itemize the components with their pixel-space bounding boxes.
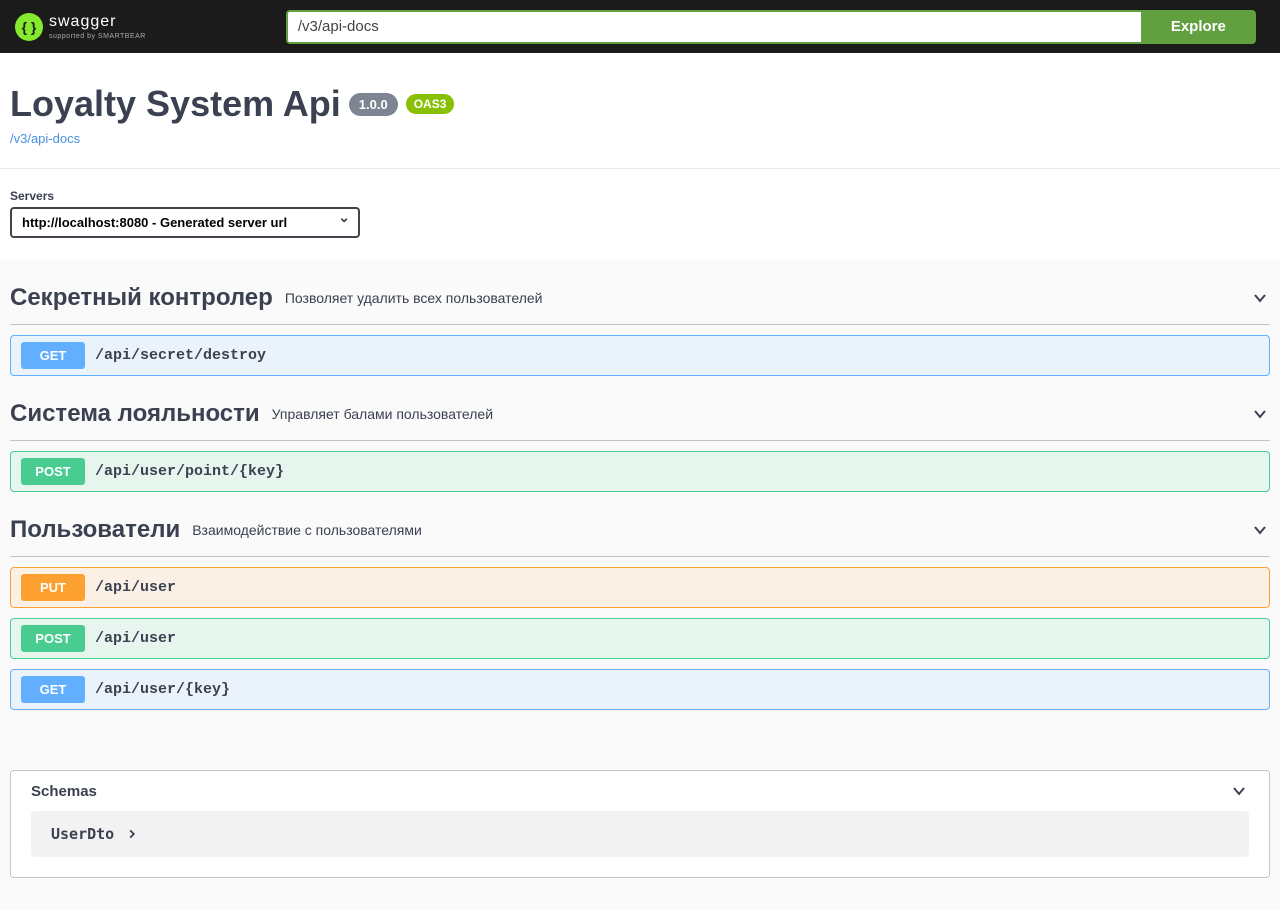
operation-row[interactable]: PUT /api/user bbox=[10, 567, 1270, 608]
brand-main: swagger bbox=[49, 14, 146, 30]
servers-label: Servers bbox=[10, 189, 1270, 203]
oas-badge: OAS3 bbox=[406, 94, 455, 114]
operation-row[interactable]: GET /api/secret/destroy bbox=[10, 335, 1270, 376]
server-select[interactable]: http://localhost:8080 - Generated server… bbox=[10, 207, 360, 238]
servers-section: Servers http://localhost:8080 - Generate… bbox=[0, 169, 1280, 260]
operations-section: Секретный контролер Позволяет удалить вс… bbox=[0, 260, 1280, 740]
model-name: UserDto bbox=[51, 825, 114, 843]
explore-form: Explore bbox=[286, 10, 1256, 44]
chevron-right-icon bbox=[126, 828, 138, 840]
operation-row[interactable]: POST /api/user bbox=[10, 618, 1270, 659]
http-method-badge: POST bbox=[21, 458, 85, 485]
brand-sub: supported by SMARTBEAR bbox=[49, 33, 146, 40]
tag-header[interactable]: Секретный контролер Позволяет удалить вс… bbox=[10, 260, 1270, 325]
topbar: { } swagger supported by SMARTBEAR Explo… bbox=[0, 0, 1280, 53]
explore-button[interactable]: Explore bbox=[1141, 10, 1256, 44]
api-title: Loyalty System Api bbox=[10, 83, 341, 125]
operation-row[interactable]: GET /api/user/{key} bbox=[10, 669, 1270, 710]
schemas-title: Schemas bbox=[31, 783, 97, 800]
tag-header[interactable]: Пользователи Взаимодействие с пользовате… bbox=[10, 492, 1270, 557]
tag-description: Взаимодействие с пользователями bbox=[192, 522, 1250, 538]
tag-name: Пользователи bbox=[10, 516, 180, 544]
tag-header[interactable]: Система лояльности Управляет балами поль… bbox=[10, 376, 1270, 441]
http-method-badge: GET bbox=[21, 342, 85, 369]
tag-description: Позволяет удалить всех пользователей bbox=[285, 290, 1250, 306]
version-badge: 1.0.0 bbox=[349, 93, 398, 116]
api-docs-link[interactable]: /v3/api-docs bbox=[10, 131, 80, 146]
api-url-input[interactable] bbox=[286, 10, 1141, 44]
schemas-header[interactable]: Schemas bbox=[11, 771, 1269, 811]
api-title-row: Loyalty System Api 1.0.0 OAS3 bbox=[10, 83, 1270, 125]
info-header: Loyalty System Api 1.0.0 OAS3 /v3/api-do… bbox=[0, 53, 1280, 169]
http-method-badge: POST bbox=[21, 625, 85, 652]
tag-description: Управляет балами пользователей bbox=[272, 406, 1250, 422]
chevron-down-icon bbox=[1250, 520, 1270, 540]
operation-path: /api/user bbox=[95, 630, 176, 647]
tag-name: Секретный контролер bbox=[10, 284, 273, 312]
swagger-brand-text: swagger supported by SMARTBEAR bbox=[49, 14, 146, 40]
operation-path: /api/user/{key} bbox=[95, 681, 230, 698]
schemas-section: Schemas UserDto bbox=[10, 770, 1270, 878]
tag-name: Система лояльности bbox=[10, 400, 260, 428]
swagger-logo-icon: { } bbox=[15, 13, 43, 41]
http-method-badge: GET bbox=[21, 676, 85, 703]
operation-row[interactable]: POST /api/user/point/{key} bbox=[10, 451, 1270, 492]
operation-path: /api/secret/destroy bbox=[95, 347, 266, 364]
chevron-down-icon bbox=[1250, 288, 1270, 308]
chevron-down-icon bbox=[1250, 404, 1270, 424]
chevron-down-icon bbox=[1229, 781, 1249, 801]
http-method-badge: PUT bbox=[21, 574, 85, 601]
operation-path: /api/user bbox=[95, 579, 176, 596]
schema-model[interactable]: UserDto bbox=[31, 811, 1249, 857]
operation-path: /api/user/point/{key} bbox=[95, 463, 284, 480]
swagger-brand: { } swagger supported by SMARTBEAR bbox=[10, 13, 146, 41]
